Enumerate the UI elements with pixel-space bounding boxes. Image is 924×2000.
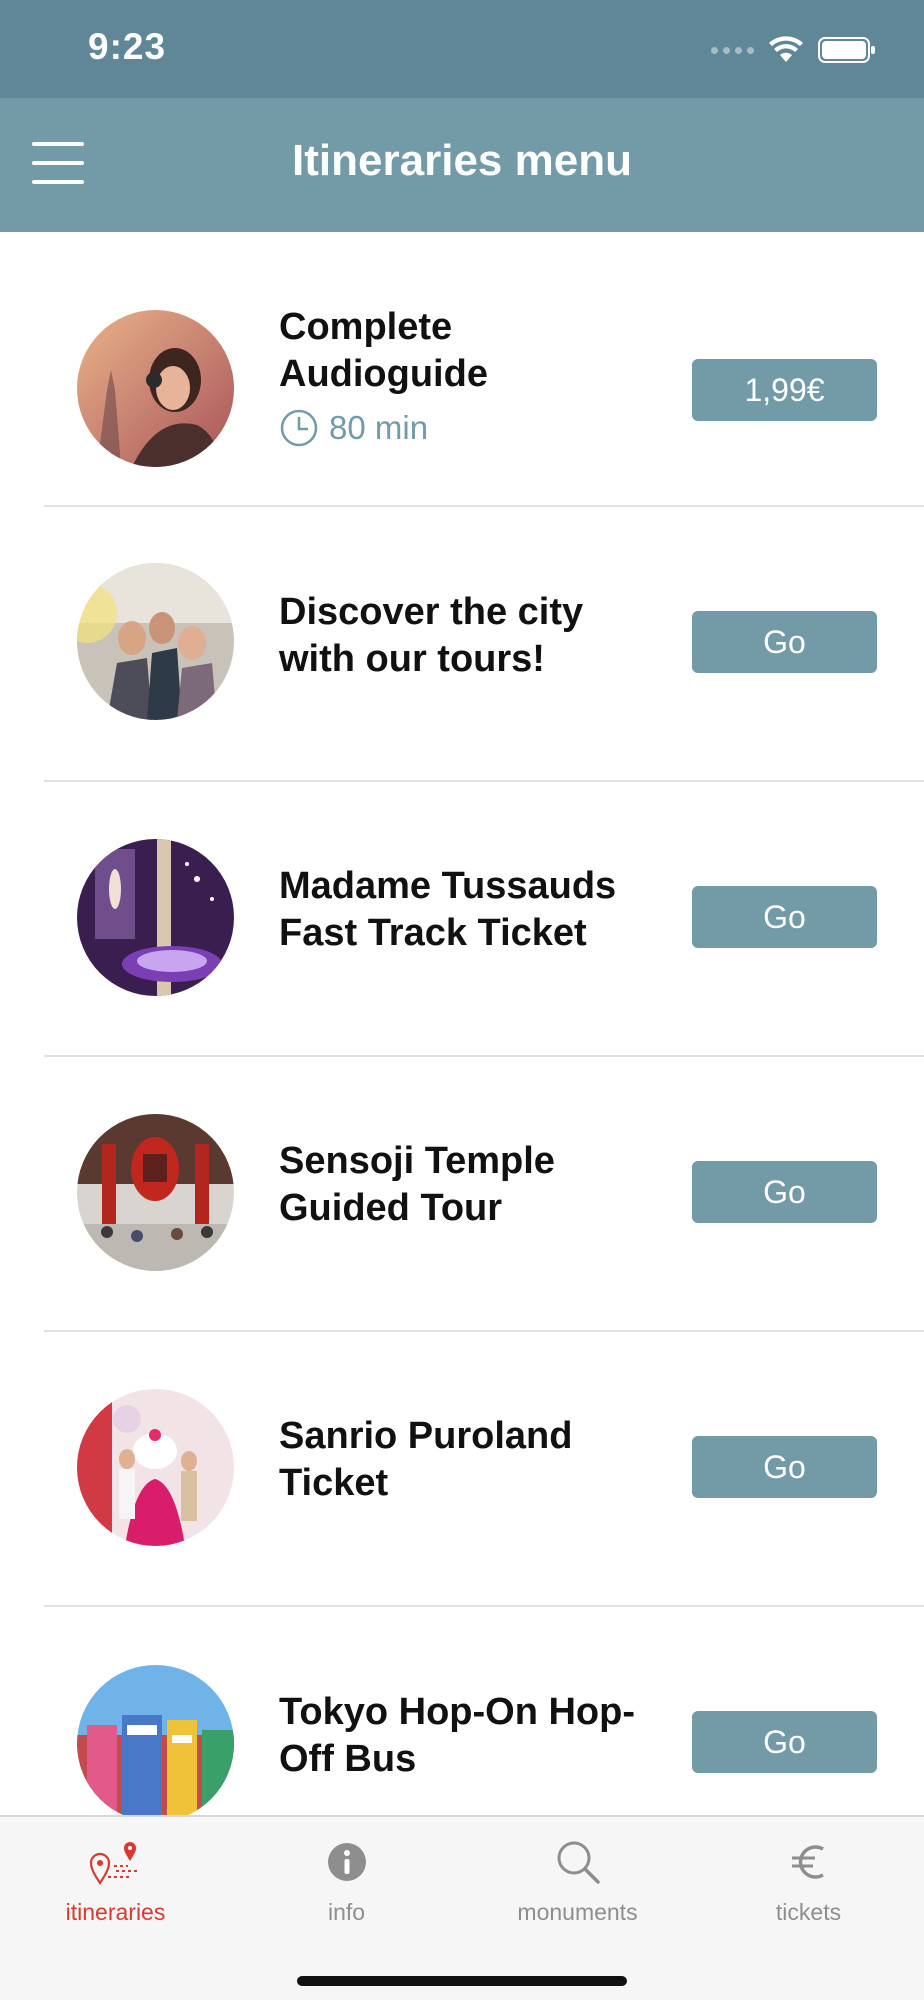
item-title-line1: Madame Tussauds (279, 865, 617, 907)
item-text: Discover the city with our tours! (279, 589, 679, 683)
item-title-line2: Audioguide (279, 353, 488, 395)
tab-info[interactable]: info (231, 1817, 462, 1947)
battery-icon (818, 37, 875, 63)
home-indicator[interactable] (297, 1976, 627, 1986)
item-text: Sensoji Temple Guided Tour (279, 1138, 679, 1232)
sensoji-temple-thumbnail (77, 1114, 234, 1271)
list-item[interactable]: Complete Audioguide 80 min 1,99€ (0, 232, 924, 507)
tab-label: monuments (517, 1899, 638, 1925)
info-icon (317, 1837, 377, 1887)
audioguide-thumbnail (77, 310, 234, 467)
tab-label: itineraries (65, 1899, 166, 1925)
page-title: Itineraries menu (292, 136, 632, 185)
tab-label: info (327, 1899, 366, 1925)
price-button[interactable]: 1,99€ (692, 359, 877, 421)
item-text: Madame Tussauds Fast Track Ticket (279, 863, 679, 957)
item-title-line1: Sensoji Temple (279, 1140, 555, 1182)
tours-thumbnail (77, 563, 234, 720)
sanrio-puroland-thumbnail (77, 1389, 234, 1546)
item-title-line1: Complete (279, 306, 453, 348)
duration-text: 80 min (329, 409, 429, 446)
itinerary-list[interactable]: Complete Audioguide 80 min 1,99€ Discove… (0, 232, 924, 1816)
item-text: Tokyo Hop-On Hop- Off Bus (279, 1689, 679, 1783)
clock-icon (280, 409, 318, 447)
cellular-signal-icon (711, 46, 754, 54)
item-text: Complete Audioguide 80 min (279, 304, 679, 448)
nav-bar: Itineraries menu (0, 98, 924, 232)
list-item[interactable]: Tokyo Hop-On Hop- Off Bus Go (0, 1607, 924, 1816)
duration: 80 min (279, 408, 679, 448)
go-button[interactable]: Go (692, 611, 877, 673)
item-title-line1: Discover the city (279, 591, 584, 633)
item-text: Sanrio Puroland Ticket (279, 1413, 679, 1507)
tokyo-bus-thumbnail (77, 1665, 234, 1816)
go-button[interactable]: Go (692, 1436, 877, 1498)
go-button[interactable]: Go (692, 886, 877, 948)
item-title-line2: Fast Track Ticket (279, 912, 587, 954)
item-title-line2: Guided Tour (279, 1187, 503, 1229)
go-button[interactable]: Go (692, 1161, 877, 1223)
item-title-line2: Ticket (279, 1462, 389, 1504)
item-title-line2: with our tours! (279, 638, 545, 680)
item-title-line1: Tokyo Hop-On Hop- (279, 1691, 636, 1733)
tab-monuments[interactable]: monuments (462, 1817, 693, 1947)
madame-tussauds-thumbnail (77, 839, 234, 996)
list-item[interactable]: Madame Tussauds Fast Track Ticket Go (0, 782, 924, 1057)
wifi-icon (769, 36, 803, 62)
list-item[interactable]: Discover the city with our tours! Go (0, 507, 924, 782)
status-time: 9:23 (88, 26, 167, 67)
euro-icon (779, 1837, 839, 1887)
tab-bar: itineraries info monuments tickets (0, 1815, 924, 2000)
list-item[interactable]: Sensoji Temple Guided Tour Go (0, 1057, 924, 1332)
search-icon (548, 1837, 608, 1887)
item-title-line1: Sanrio Puroland (279, 1415, 573, 1457)
list-item[interactable]: Sanrio Puroland Ticket Go (0, 1332, 924, 1607)
status-icons (711, 32, 876, 68)
status-bar: 9:23 (0, 0, 924, 98)
tab-label: tickets (775, 1899, 842, 1925)
go-button[interactable]: Go (692, 1711, 877, 1773)
tab-itineraries[interactable]: itineraries (0, 1817, 231, 1947)
item-title-line2: Off Bus (279, 1738, 417, 1780)
map-route-icon (86, 1837, 146, 1887)
tab-tickets[interactable]: tickets (693, 1817, 924, 1947)
